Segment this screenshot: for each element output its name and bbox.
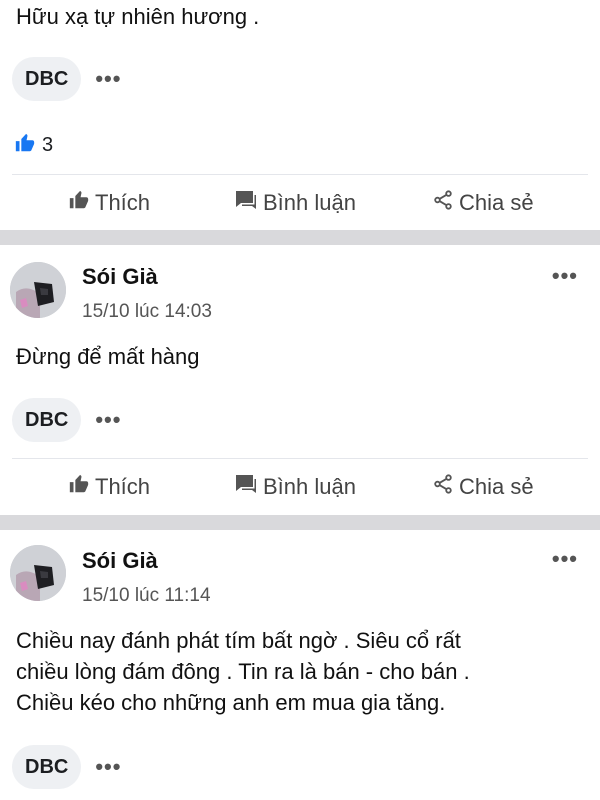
tag-row: DBC •••: [12, 57, 121, 101]
post-timestamp[interactable]: 15/10 lúc 14:03: [82, 301, 212, 323]
more-icon[interactable]: •••: [95, 68, 121, 90]
divider: [12, 174, 588, 175]
author-name[interactable]: Sói Già: [82, 548, 158, 574]
action-bar: Thích Bình luận Chia sẻ: [0, 464, 600, 510]
post-3: Sói Già 15/10 lúc 11:14 ••• Chiều nay đá…: [0, 530, 600, 800]
reaction-summary[interactable]: 3: [14, 132, 53, 159]
comment-icon: [234, 473, 263, 501]
thumbs-up-icon: [68, 189, 95, 217]
tag-chip[interactable]: DBC: [12, 398, 82, 442]
like-label: Thích: [95, 190, 151, 215]
thumbs-up-icon: [68, 473, 95, 501]
post-separator: [0, 230, 600, 245]
share-icon: [432, 189, 459, 217]
action-bar: Thích Bình luận Chia sẻ: [0, 180, 600, 226]
post-options-icon[interactable]: •••: [552, 263, 578, 289]
tag-row: DBC •••: [12, 745, 121, 789]
share-button[interactable]: Chia sẻ: [432, 180, 534, 226]
tag-row: DBC •••: [12, 398, 121, 442]
like-button[interactable]: Thích: [68, 464, 150, 510]
post-timestamp[interactable]: 15/10 lúc 11:14: [82, 585, 211, 607]
post-text: Hữu xạ tự nhiên hương .: [16, 4, 260, 29]
like-label: Thích: [95, 474, 151, 499]
comment-label: Bình luận: [263, 190, 356, 215]
post-separator: [0, 515, 600, 530]
divider: [12, 458, 588, 459]
comment-button[interactable]: Bình luận: [234, 464, 356, 510]
avatar[interactable]: [10, 545, 66, 601]
post-text-line: Chiều kéo cho những anh em mua gia tăng.: [16, 690, 446, 715]
comment-label: Bình luận: [263, 474, 356, 499]
more-icon[interactable]: •••: [95, 409, 121, 431]
avatar[interactable]: [10, 262, 66, 318]
post-text: Đừng để mất hàng: [16, 344, 200, 369]
post-1: Hữu xạ tự nhiên hương . DBC ••• 3 Thích: [0, 0, 600, 230]
tag-chip[interactable]: DBC: [12, 57, 82, 101]
like-count: 3: [42, 134, 54, 156]
post-options-icon[interactable]: •••: [552, 546, 578, 572]
post-text-line: chiều lòng đám đông . Tin ra là bán - ch…: [16, 659, 470, 684]
more-icon[interactable]: •••: [95, 756, 121, 778]
comment-button[interactable]: Bình luận: [234, 180, 356, 226]
author-name[interactable]: Sói Già: [82, 264, 158, 290]
post-2: Sói Già 15/10 lúc 14:03 ••• Đừng để mất …: [0, 245, 600, 515]
like-button[interactable]: Thích: [68, 180, 150, 226]
comment-icon: [234, 189, 263, 217]
news-feed: Hữu xạ tự nhiên hương . DBC ••• 3 Thích: [0, 0, 600, 800]
post-text: Chiều nay đánh phát tím bất ngờ . Siêu c…: [16, 625, 576, 718]
like-reaction-icon: [14, 132, 36, 159]
share-button[interactable]: Chia sẻ: [432, 464, 534, 510]
tag-chip[interactable]: DBC: [12, 745, 82, 789]
share-label: Chia sẻ: [459, 474, 534, 499]
share-icon: [432, 473, 459, 501]
share-label: Chia sẻ: [459, 190, 534, 215]
post-text-line: Chiều nay đánh phát tím bất ngờ . Siêu c…: [16, 628, 461, 653]
